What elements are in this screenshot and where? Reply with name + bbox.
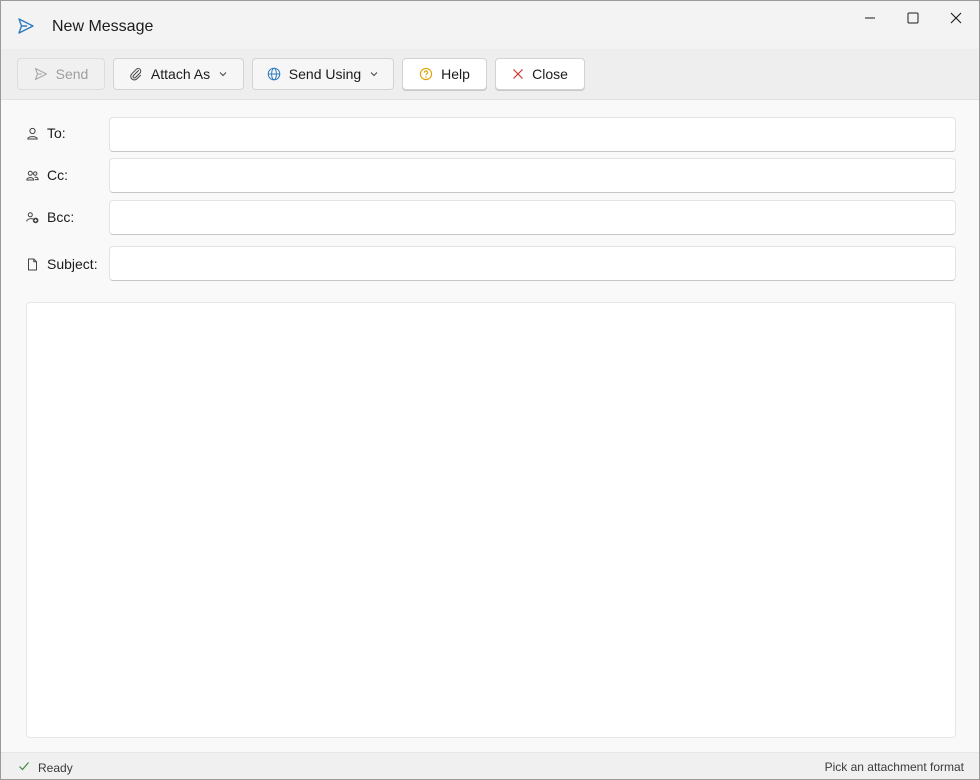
checkmark-icon: [18, 760, 30, 775]
to-label-text: To:: [47, 125, 66, 141]
paperclip-icon: [129, 67, 143, 81]
status-bar: Ready Pick an attachment format: [1, 752, 979, 779]
send-button[interactable]: Send: [17, 58, 105, 90]
send-app-icon: [17, 17, 35, 35]
send-using-label: Send Using: [288, 66, 362, 82]
message-form: To: Cc: Bcc: Subject:: [1, 101, 979, 749]
attach-as-dropdown[interactable]: Attach As: [113, 58, 244, 90]
help-label: Help: [441, 66, 470, 82]
close-icon: [950, 12, 962, 24]
send-using-dropdown[interactable]: Send Using: [252, 58, 394, 90]
send-icon: [34, 67, 48, 81]
maximize-icon: [907, 12, 919, 24]
cc-label: Cc:: [26, 165, 68, 185]
close-button[interactable]: Close: [495, 58, 585, 90]
close-x-icon: [512, 68, 524, 80]
person-icon: [26, 127, 39, 140]
bcc-field[interactable]: [109, 200, 956, 235]
status-text: Ready: [38, 760, 73, 775]
cc-label-text: Cc:: [47, 167, 68, 183]
minimize-button[interactable]: [847, 1, 893, 35]
document-icon: [26, 258, 39, 271]
status-hint: Pick an attachment format: [824, 760, 964, 774]
chevron-down-icon: [218, 69, 228, 79]
to-label: To:: [26, 123, 66, 143]
maximize-button[interactable]: [890, 1, 936, 35]
close-window-button[interactable]: [933, 1, 979, 35]
help-button[interactable]: Help: [402, 58, 487, 90]
title-bar: New Message: [1, 1, 979, 49]
people-hidden-icon: [26, 211, 39, 224]
help-icon: [419, 67, 433, 81]
minimize-icon: [864, 12, 876, 24]
status-ready: Ready: [18, 760, 73, 775]
send-label: Send: [55, 66, 89, 82]
message-body[interactable]: [26, 302, 956, 738]
subject-label: Subject:: [26, 254, 98, 274]
window-title: New Message: [52, 18, 154, 35]
subject-label-text: Subject:: [47, 256, 98, 272]
subject-field[interactable]: [109, 246, 956, 281]
close-label: Close: [532, 66, 568, 82]
attach-as-label: Attach As: [150, 66, 211, 82]
bcc-label: Bcc:: [26, 207, 74, 227]
globe-icon: [267, 67, 281, 81]
toolbar: Send Attach As Send Using Help Close: [1, 49, 979, 100]
to-field[interactable]: [109, 117, 956, 152]
compose-window: New Message Send Attach As Send Using He…: [0, 0, 980, 780]
bcc-label-text: Bcc:: [47, 209, 75, 225]
people-icon: [26, 169, 39, 182]
chevron-down-icon: [369, 69, 379, 79]
cc-field[interactable]: [109, 158, 956, 193]
